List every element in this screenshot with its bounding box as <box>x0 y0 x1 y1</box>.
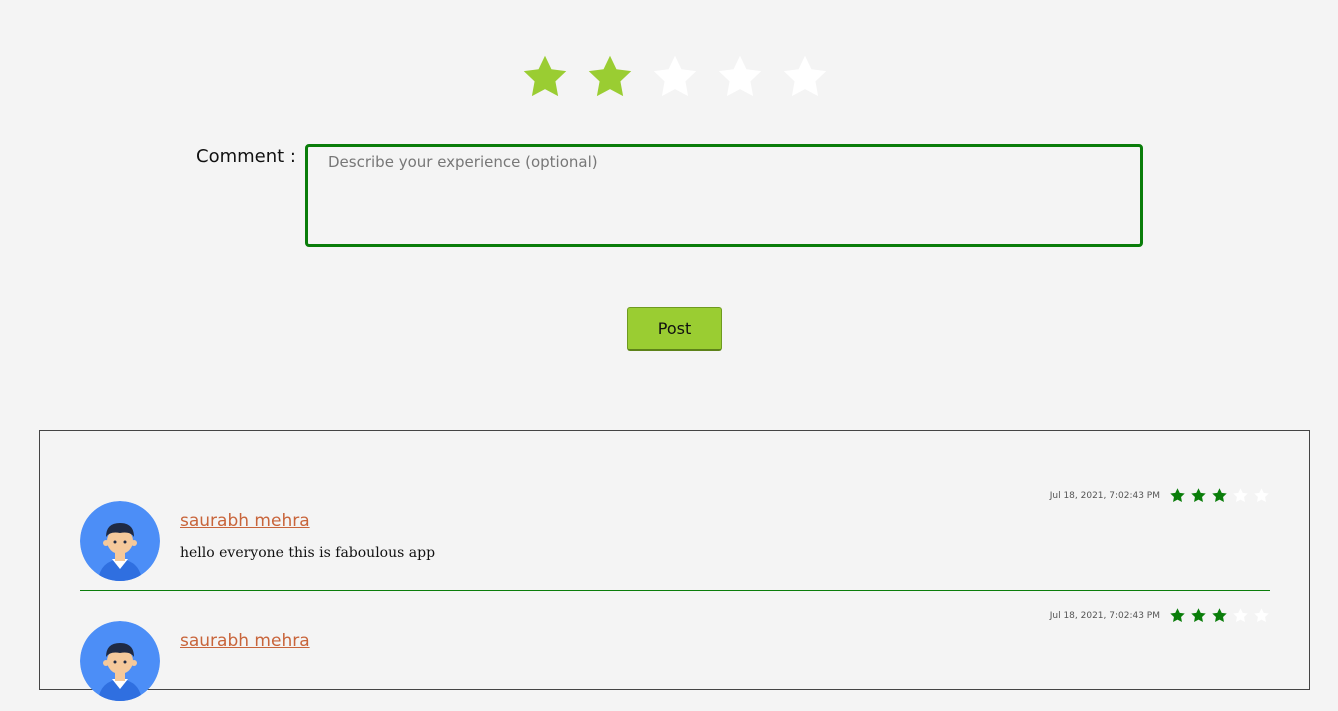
star-icon[interactable] <box>715 52 765 102</box>
star-icon <box>1212 608 1227 623</box>
comment-label: Comment : <box>196 146 296 167</box>
divider <box>80 590 1270 591</box>
star-icon <box>1170 608 1185 623</box>
star-icon <box>1254 488 1269 503</box>
star-icon <box>1191 488 1206 503</box>
post-button[interactable]: Post <box>627 307 722 351</box>
star-icon <box>1191 608 1206 623</box>
star-icon[interactable] <box>650 52 700 102</box>
star-icon[interactable] <box>585 52 635 102</box>
star-icon <box>1170 488 1185 503</box>
star-icon <box>1254 608 1269 623</box>
star-rating <box>520 52 830 102</box>
reviews-list: saurabh mehra hello everyone this is fab… <box>39 430 1310 701</box>
comment-field[interactable] <box>305 144 1143 247</box>
reviewer-name-link[interactable]: saurabh mehra <box>180 511 310 531</box>
review-date: Jul 18, 2021, 7:02:43 PM <box>1049 491 1160 501</box>
user-avatar-icon <box>80 621 160 701</box>
star-icon <box>1233 608 1248 623</box>
review-rating <box>1169 607 1270 624</box>
review-rating <box>1169 487 1270 504</box>
list-item: saurabh mehra Jul 18, 2021, 7:02:43 PM <box>80 607 1270 711</box>
star-icon[interactable] <box>780 52 830 102</box>
star-icon <box>1233 488 1248 503</box>
star-icon <box>1212 488 1227 503</box>
list-item: saurabh mehra hello everyone this is fab… <box>80 487 1270 591</box>
review-date: Jul 18, 2021, 7:02:43 PM <box>1049 611 1160 621</box>
reviewer-name-link[interactable]: saurabh mehra <box>180 631 310 651</box>
review-text: hello everyone this is faboulous app <box>180 545 436 561</box>
user-avatar-icon <box>80 501 160 581</box>
star-icon[interactable] <box>520 52 570 102</box>
